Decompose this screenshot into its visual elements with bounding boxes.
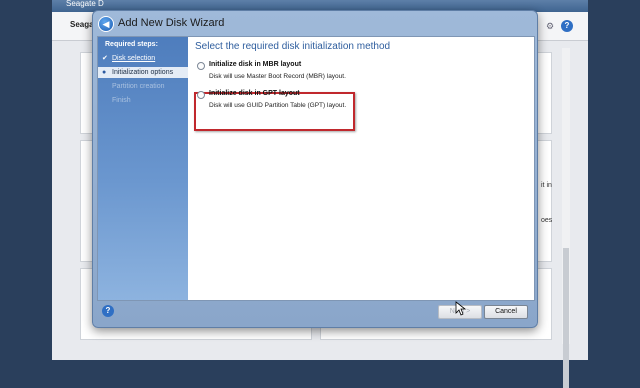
current-step-icon: ● [102, 69, 107, 76]
mbr-option-label[interactable]: Initialize disk in MBR layout [209, 61, 301, 68]
back-arrow-icon[interactable]: ◀ [98, 16, 114, 32]
step-label: Initialization options [112, 69, 174, 76]
gpt-option-description: Disk will use GUID Partition Table (GPT)… [209, 102, 347, 109]
mouse-cursor-icon [455, 301, 467, 316]
background-scrollbar[interactable] [562, 48, 570, 388]
background-text: oes [541, 217, 553, 224]
help-icon[interactable]: ? [102, 305, 114, 317]
help-icon[interactable]: ? [561, 20, 573, 32]
wizard-steps-sidebar: Required steps: ✔ Disk selection ● Initi… [98, 37, 188, 300]
gear-icon[interactable]: ⚙ [544, 20, 556, 32]
step-partition-creation: Partition creation [98, 81, 188, 92]
mbr-radio[interactable] [197, 62, 205, 70]
mbr-option-description: Disk will use Master Boot Record (MBR) l… [209, 73, 346, 80]
wizard-title: Add New Disk Wizard [118, 17, 225, 29]
step-label: Partition creation [112, 83, 165, 90]
steps-heading: Required steps: [105, 41, 158, 48]
background-app-title: Seagate D [66, 0, 104, 8]
step-initialization-options: ● Initialization options [98, 67, 188, 78]
page-heading: Select the required disk initialization … [195, 41, 391, 52]
step-label: Finish [112, 97, 131, 104]
cancel-button[interactable]: Cancel [484, 305, 528, 319]
step-finish: Finish [98, 95, 188, 106]
step-label: Disk selection [112, 55, 156, 62]
gpt-highlight-box [194, 92, 355, 131]
gpt-radio[interactable] [197, 91, 205, 99]
step-disk-selection[interactable]: ✔ Disk selection [98, 53, 188, 64]
checkmark-icon: ✔ [102, 55, 108, 62]
gpt-option-label[interactable]: Initialize disk in GPT layout [209, 90, 300, 97]
background-text: it in [541, 182, 552, 189]
add-new-disk-wizard: ◀ Add New Disk Wizard Required steps: ✔ … [92, 10, 538, 328]
wizard-content: Required steps: ✔ Disk selection ● Initi… [97, 36, 535, 301]
background-scrollbar-thumb[interactable] [563, 248, 569, 388]
